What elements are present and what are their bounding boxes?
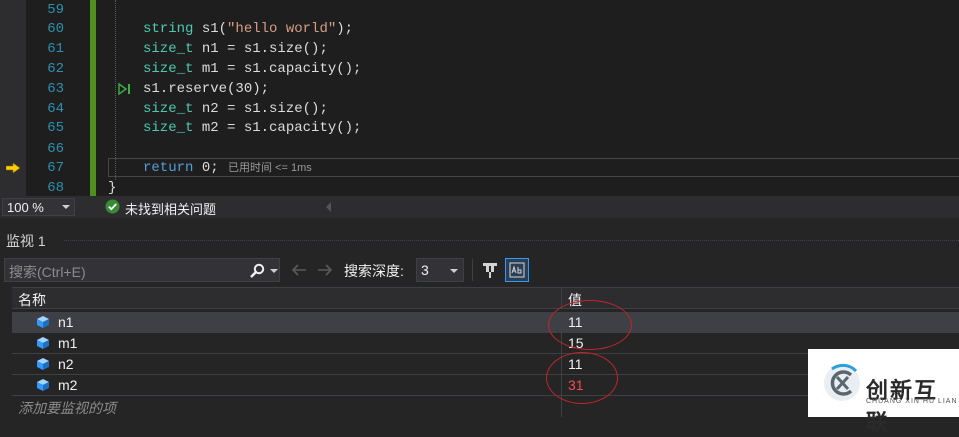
code-line[interactable]: 63 s1.reserve(30); — [0, 79, 959, 99]
zoom-value: 100 % — [7, 200, 44, 215]
brand-logo-icon — [824, 363, 860, 401]
toolbar-separator — [472, 259, 473, 281]
line-number: 59 — [47, 2, 64, 18]
code-line[interactable]: 60 string s1("hello world"); — [0, 19, 959, 39]
search-icon[interactable] — [249, 263, 265, 279]
watermark: 创新互联 CHUANG XIN HU LIAN — [808, 349, 959, 435]
line-number: 60 — [47, 21, 64, 37]
search-previous-icon[interactable] — [289, 260, 309, 280]
code-line[interactable]: 59 — [0, 0, 959, 20]
watermark-subtext: CHUANG XIN HU LIAN — [866, 398, 958, 405]
title-grip — [64, 240, 959, 241]
code-text: size_t n1 = s1.size(); — [143, 41, 328, 57]
watch-row[interactable]: n1 11 — [12, 312, 959, 333]
code-line[interactable]: 61 size_t n1 = s1.size(); — [0, 39, 959, 59]
closing-brace: } — [108, 180, 117, 196]
column-header-name[interactable]: 名称 — [18, 290, 46, 310]
zoom-select[interactable]: 100 % — [2, 198, 75, 216]
watch-window-title[interactable]: 监视 1 — [6, 231, 46, 251]
code-line[interactable]: 64 size_t n2 = s1.size(); — [0, 99, 959, 119]
chevron-down-icon — [450, 269, 458, 273]
code-text: size_t m2 = s1.capacity(); — [143, 120, 362, 136]
search-depth-select[interactable]: 3 — [416, 258, 464, 282]
pin-icon[interactable] — [480, 260, 500, 280]
search-placeholder: 搜索(Ctrl+E) — [9, 264, 86, 280]
code-text: s1.reserve(30); — [143, 81, 270, 97]
variable-icon — [37, 337, 49, 349]
code-line[interactable]: 65 size_t m2 = s1.capacity(); — [0, 118, 959, 138]
watch-grid-header: 名称 值 — [12, 287, 959, 309]
search-depth-label: 搜索深度: — [344, 263, 404, 279]
line-number: 68 — [47, 180, 64, 196]
search-depth-value: 3 — [421, 262, 429, 278]
line-number: 63 — [47, 81, 64, 97]
execution-pointer-icon[interactable] — [6, 163, 20, 173]
watch-name: n2 — [58, 356, 74, 372]
variable-icon — [37, 358, 49, 370]
watch-name: n1 — [58, 314, 74, 330]
watch-name: m2 — [58, 377, 78, 393]
issues-status[interactable]: 未找到相关问题 — [125, 199, 216, 218]
code-line[interactable]: 68 } — [0, 178, 959, 196]
current-line-highlight — [108, 158, 959, 177]
hex-display-icon[interactable] — [505, 258, 529, 282]
line-number: 61 — [47, 41, 64, 57]
watermark-text: 创新互联 — [866, 378, 939, 435]
line-number: 67 — [47, 160, 64, 176]
code-editor[interactable]: 59 60 string s1("hello world"); 61 size_… — [0, 0, 959, 196]
chevron-down-icon — [62, 205, 70, 209]
chevron-down-icon[interactable] — [270, 269, 278, 273]
code-text: string s1("hello world"); — [143, 21, 354, 37]
code-text: size_t n2 = s1.size(); — [143, 101, 328, 117]
watch-name: m1 — [58, 335, 78, 351]
editor-status-bar: 100 % 未找到相关问题 — [0, 196, 959, 218]
line-number: 62 — [47, 61, 64, 77]
add-watch-placeholder[interactable]: 添加要监视的项 — [18, 398, 116, 418]
run-to-click-icon[interactable] — [117, 82, 133, 96]
code-line[interactable]: 66 — [0, 139, 959, 159]
search-next-icon[interactable] — [315, 260, 335, 280]
line-number: 64 — [47, 101, 64, 117]
search-input[interactable]: 搜索(Ctrl+E) — [4, 258, 280, 282]
line-number: 66 — [47, 141, 64, 157]
scroll-left-icon[interactable] — [326, 202, 331, 212]
code-line[interactable]: 62 size_t m1 = s1.capacity(); — [0, 59, 959, 79]
check-circle-icon[interactable] — [105, 199, 120, 214]
annotation-circle — [548, 300, 632, 350]
variable-icon — [37, 316, 49, 328]
annotation-circle — [546, 352, 618, 404]
line-number: 65 — [47, 120, 64, 136]
variable-icon — [37, 379, 49, 391]
code-text: size_t m1 = s1.capacity(); — [143, 61, 362, 77]
